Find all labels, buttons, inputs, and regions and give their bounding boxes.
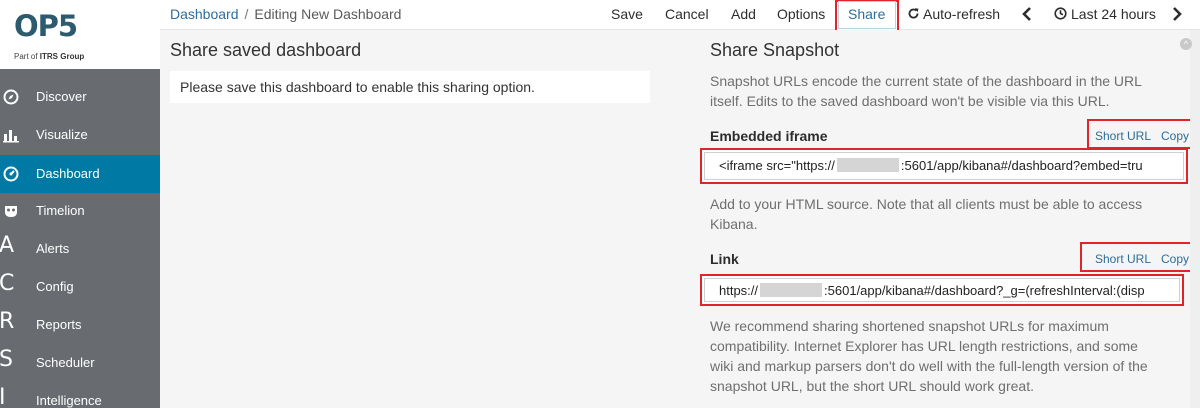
link-copy-link[interactable]: Copy (1161, 252, 1189, 266)
options-button[interactable]: Options (777, 6, 825, 22)
link-label: Link (710, 251, 739, 267)
sidebar-item-reports[interactable]: R Reports (0, 306, 160, 344)
app-root: OP5 Part of ITRS Group Discover Visualiz… (0, 0, 1200, 408)
link-url-input[interactable]: https:// :5601/app/kibana#/dashboard?_g=(… (704, 278, 1180, 302)
share-snapshot-title: Share Snapshot (710, 40, 840, 60)
sidebar-item-alerts[interactable]: A Alerts (0, 230, 160, 268)
sidebar-item-label: Config (36, 279, 74, 294)
save-notice-text: Please save this dashboard to enable thi… (180, 79, 535, 95)
embedded-help-line-1: Add to your HTML source. Note that all c… (710, 196, 1143, 212)
mask-icon (0, 192, 22, 230)
save-notice-box: Please save this dashboard to enable thi… (170, 71, 650, 103)
sidebar-item-visualize[interactable]: Visualize (0, 116, 160, 154)
breadcrumb: Dashboard / Editing New Dashboard (170, 6, 401, 22)
breadcrumb-current: Editing New Dashboard (254, 6, 402, 22)
add-button[interactable]: Add (731, 6, 756, 22)
embedded-iframe-input[interactable]: <iframe src="https:// :5601/app/kibana#/d… (704, 152, 1184, 180)
link-short-url-link[interactable]: Short URL (1095, 252, 1151, 266)
sidebar-item-config[interactable]: C Config (0, 268, 160, 306)
link-help-line-4: snapshot URL, but the short URL should w… (710, 378, 1034, 394)
snapshot-description-line-1: Snapshot URLs encode the current state o… (710, 73, 1142, 89)
alerts-letter-icon: A (0, 233, 15, 258)
scroll-up-icon[interactable]: ^ (1180, 38, 1192, 50)
sidebar-item-intelligence[interactable]: I Intelligence (0, 382, 160, 408)
embedded-url-prefix: <iframe src="https:// (719, 158, 835, 173)
sidebar-item-label: Visualize (36, 127, 88, 142)
sidebar-item-timelion[interactable]: Timelion (0, 192, 160, 230)
link-help-line-2: compatibility. Internet Explorer has URL… (710, 338, 1138, 354)
chevron-left-icon[interactable] (1022, 7, 1032, 24)
sidebar-item-label: Discover (36, 89, 87, 104)
save-button[interactable]: Save (611, 6, 643, 22)
reports-letter-icon: R (0, 309, 15, 334)
link-help-line-1: We recommend sharing shortened snapshot … (710, 318, 1109, 334)
scheduler-letter-icon: S (0, 347, 13, 372)
breadcrumb-separator: / (244, 6, 249, 22)
sidebar-item-scheduler[interactable]: S Scheduler (0, 344, 160, 382)
link-url-prefix: https:// (719, 283, 759, 298)
cancel-button[interactable]: Cancel (665, 6, 709, 22)
embedded-iframe-label: Embedded iframe (710, 128, 828, 144)
sidebar-item-label: Scheduler (36, 355, 95, 370)
embedded-short-url-link[interactable]: Short URL (1095, 129, 1151, 143)
embedded-copy-link[interactable]: Copy (1161, 129, 1189, 143)
brand-logo[interactable]: OP5 (14, 9, 78, 43)
sidebar-item-label: Reports (36, 317, 82, 332)
breadcrumb-dashboard-link[interactable]: Dashboard (170, 6, 239, 22)
logo-area: OP5 Part of ITRS Group (0, 0, 160, 69)
sidebar: OP5 Part of ITRS Group Discover Visualiz… (0, 0, 160, 408)
intelligence-letter-icon: I (0, 385, 6, 408)
link-help-line-3: wiki and markup parsers don't do well wi… (710, 358, 1148, 374)
compass-icon (0, 78, 22, 116)
share-saved-dashboard-title: Share saved dashboard (170, 40, 362, 60)
scrollbar[interactable] (1190, 30, 1200, 408)
dashboard-icon (0, 155, 22, 193)
brand-tagline: Part of ITRS Group (14, 52, 84, 61)
refresh-icon[interactable] (907, 7, 920, 23)
share-panel: Share saved dashboard Please save this d… (160, 30, 1200, 408)
embedded-url-highlight: <iframe src="https:// :5601/app/kibana#/d… (700, 148, 1188, 184)
redacted-host (760, 283, 823, 297)
sidebar-item-label: Timelion (36, 203, 85, 218)
clock-icon[interactable] (1054, 7, 1067, 23)
config-letter-icon: C (0, 271, 15, 296)
embedded-help-line-2: Kibana. (710, 216, 758, 232)
embedded-url-suffix: :5601/app/kibana#/dashboard?embed=tru (900, 158, 1143, 173)
sidebar-item-discover[interactable]: Discover (0, 78, 160, 116)
share-snapshot-section: Share Snapshot Snapshot URLs encode the … (700, 30, 1200, 408)
chevron-right-icon[interactable] (1172, 7, 1182, 24)
sidebar-item-dashboard[interactable]: Dashboard (0, 155, 160, 193)
sidebar-item-label: Dashboard (36, 166, 100, 181)
link-url-value: https:// :5601/app/kibana#/dashboard?_g=(… (719, 283, 1145, 298)
snapshot-description-line-2: itself. Edits to the saved dashboard won… (710, 93, 1110, 109)
link-url-highlight: https:// :5601/app/kibana#/dashboard?_g=(… (700, 274, 1184, 306)
time-range-picker[interactable]: Last 24 hours (1071, 6, 1156, 22)
sidebar-item-label: Alerts (36, 241, 70, 256)
embedded-iframe-value: <iframe src="https:// :5601/app/kibana#/d… (719, 158, 1143, 173)
sidebar-item-label: Intelligence (36, 393, 102, 408)
auto-refresh-button[interactable]: Auto-refresh (923, 6, 1000, 22)
bar-chart-icon (0, 116, 22, 154)
tagline-prefix: Part of (14, 52, 40, 61)
redacted-host (836, 158, 899, 172)
tagline-bold: ITRS Group (39, 52, 85, 61)
share-button-label[interactable]: Share (848, 6, 885, 22)
top-bar: Dashboard / Editing New Dashboard Save Can… (160, 0, 1200, 34)
link-url-suffix: :5601/app/kibana#/dashboard?_g=(refreshI… (824, 283, 1145, 298)
